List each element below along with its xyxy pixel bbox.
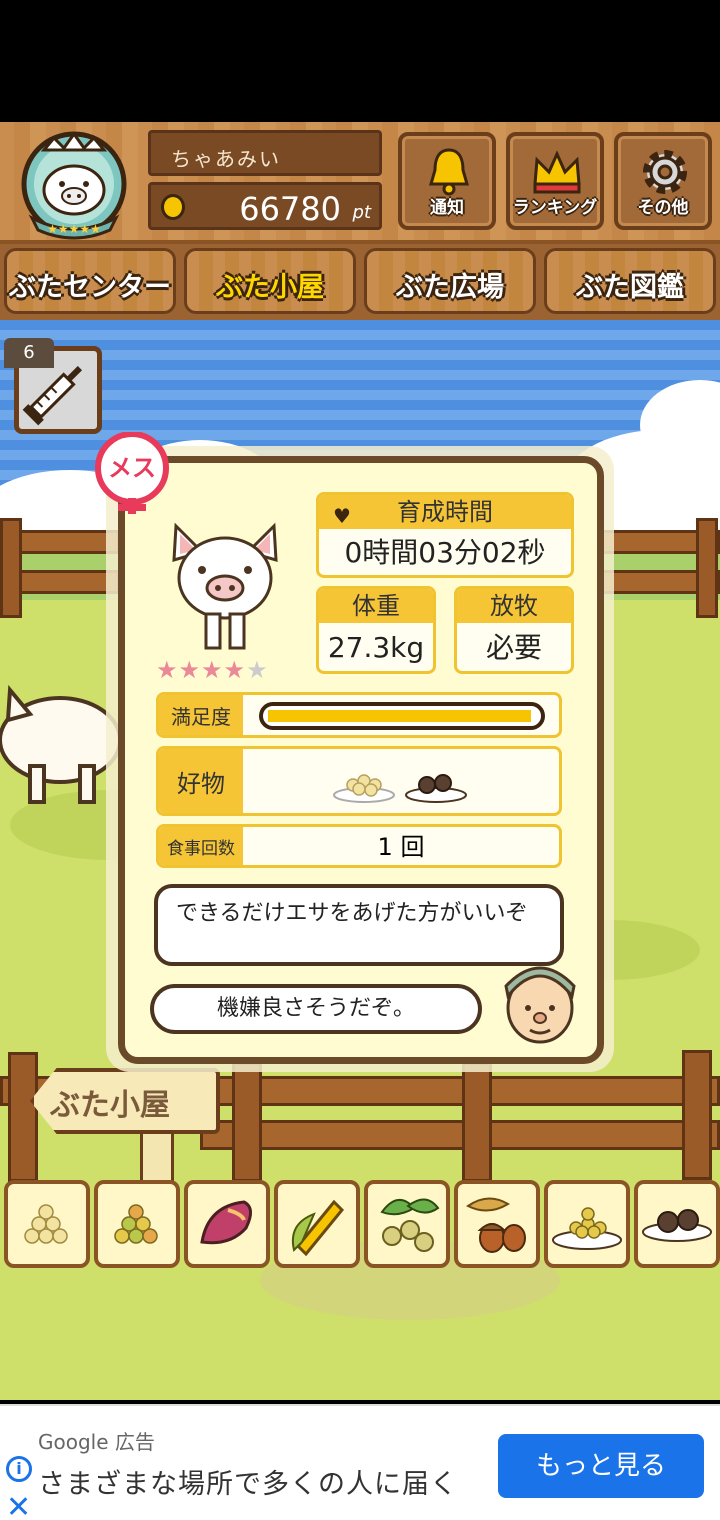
olive-icon [380, 1198, 440, 1252]
growth-time-value: 0時間03分02秒 [344, 536, 546, 569]
food-bar [0, 1180, 720, 1270]
fence-post [0, 518, 22, 618]
acorn-icon [466, 1197, 526, 1253]
soybean-icon [24, 1204, 68, 1244]
ad-text: さまざまな場所で多くの人に届く [38, 1469, 458, 1500]
player-name: ちゃあみい [148, 130, 382, 176]
bell-icon [429, 148, 469, 196]
food-grain-plate[interactable] [544, 1180, 630, 1268]
favorite-row: 好物 [156, 746, 562, 816]
status-bar [0, 0, 720, 122]
mixed-grain-icon [114, 1204, 158, 1244]
favorite-label: 好物 [159, 749, 243, 813]
food-soybean[interactable] [4, 1180, 90, 1268]
notification-label: 通知 [430, 198, 464, 218]
pig-portrait [172, 522, 278, 650]
item-count: 6 [4, 338, 54, 368]
rating-stars: ★★★★★ [156, 656, 269, 684]
tab-pig-plaza[interactable]: ぶた広場 [364, 248, 536, 314]
grain-plate-icon [333, 774, 395, 803]
points-value: 66780 [239, 190, 341, 228]
food-sweet-potato[interactable] [184, 1180, 270, 1268]
grazing-value: 必要 [485, 631, 542, 664]
satisfaction-gauge [259, 702, 545, 730]
ranking-button[interactable]: ランキング [506, 132, 604, 230]
food-corn[interactable] [274, 1180, 360, 1268]
meal-count-label: 食事回数 [159, 827, 243, 865]
close-icon[interactable]: ✕ [6, 1490, 31, 1520]
crown-icon [533, 150, 581, 194]
grazing-box: 放牧 必要 [454, 586, 574, 674]
sign-label: ぶた小屋 [50, 1088, 170, 1123]
advice-bubble: できるだけエサをあげた方がいいぞ [154, 884, 564, 966]
info-icon[interactable]: i [6, 1456, 32, 1482]
gender-label: メス [108, 454, 156, 482]
player-avatar[interactable]: ★★★★★ [14, 130, 138, 240]
ranking-label: ランキング [512, 198, 598, 218]
heart-icon: ♥ [333, 504, 351, 528]
weight-value: 27.3kg [327, 631, 425, 664]
other-label: その他 [637, 198, 689, 218]
notification-button[interactable]: 通知 [398, 132, 496, 230]
tab-pig-center[interactable]: ぶたセンター [4, 248, 176, 314]
star-empty: ★ [246, 656, 269, 684]
ad-more-button[interactable]: もっと見る [498, 1434, 704, 1498]
sweet-potato-icon [200, 1200, 252, 1245]
food-meatball-plate[interactable] [634, 1180, 720, 1268]
weight-label: 体重 [319, 589, 433, 623]
other-button[interactable]: その他 [614, 132, 712, 230]
fence-rail [200, 1120, 720, 1150]
meal-count-row: 食事回数 1 回 [156, 824, 562, 868]
mood-bubble: 機嫌良さそうだぞ。 [150, 984, 482, 1034]
svg-text:★★★★★: ★★★★★ [47, 222, 101, 236]
header: ★★★★★ ちゃあみい 66780 pt 通知 ランキング その他 [0, 122, 720, 244]
fence-post [232, 1062, 262, 1182]
meal-count-value: 1 回 [377, 833, 425, 861]
meatball-plate-icon [642, 1209, 712, 1242]
fence-post [696, 518, 718, 618]
star-filled: ★★★★ [156, 656, 247, 684]
satisfaction-label: 満足度 [159, 695, 243, 735]
food-mixed-grain[interactable] [94, 1180, 180, 1268]
fence-post [8, 1052, 38, 1182]
grazing-label: 放牧 [457, 589, 571, 623]
meatball-plate-icon [405, 774, 467, 803]
fence-post [462, 1062, 492, 1182]
growth-time-label: 育成時間 [397, 498, 493, 526]
food-olive[interactable] [364, 1180, 450, 1268]
growth-time-box: ♥ 育成時間 0時間03分02秒 [316, 492, 574, 578]
food-acorn[interactable] [454, 1180, 540, 1268]
satisfaction-row: 満足度 [156, 692, 562, 738]
advice-text: できるだけエサをあげた方がいいぞ [176, 901, 528, 926]
fence-post [682, 1050, 712, 1180]
corn-icon [292, 1199, 345, 1257]
ad-banner[interactable]: Google 広告 さまざまな場所で多くの人に届く もっと見る i ✕ [0, 1404, 720, 1520]
farmer-avatar [504, 966, 576, 1044]
weight-box: 体重 27.3kg [316, 586, 436, 674]
tab-pig-encyclopedia[interactable]: ぶた図鑑 [544, 248, 716, 314]
ad-label: Google 広告 [38, 1430, 155, 1454]
satisfaction-fill [268, 710, 531, 722]
points-unit: pt [352, 202, 371, 223]
points-display: 66780 pt [148, 182, 382, 230]
nav-tabs: ぶたセンター ぶた小屋 ぶた広場 ぶた図鑑 [0, 244, 720, 320]
tab-pig-house[interactable]: ぶた小屋 [184, 248, 356, 314]
gear-icon [643, 150, 687, 194]
mood-text: 機嫌良さそうだぞ。 [216, 996, 415, 1021]
coin-icon [161, 194, 185, 220]
grain-plate-icon [552, 1207, 622, 1250]
